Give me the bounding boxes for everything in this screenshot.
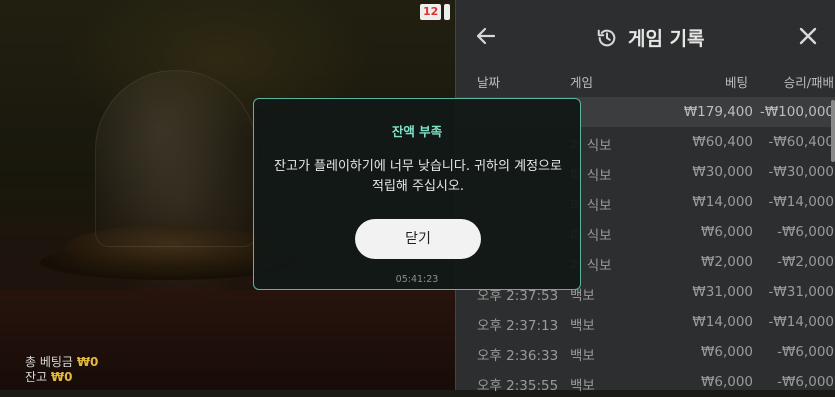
row-bet: ₩31,000: [692, 284, 753, 300]
round-badge: 12: [420, 4, 442, 20]
row-bet: ₩14,000: [692, 194, 753, 210]
row-result: -₩6,000: [777, 224, 834, 240]
balance-line: 잔고 ₩0: [25, 370, 98, 385]
history-scrollbar[interactable]: [831, 100, 835, 162]
history-row[interactable]: 오후 2:35:55 백보 ₩6,000 -₩6,000: [456, 367, 835, 397]
row-date: 오후 2:37:13: [477, 318, 559, 334]
row-result: -₩100,000: [759, 104, 834, 120]
dialog-timestamp: 05:41:23: [395, 274, 439, 285]
row-game: 백보: [570, 348, 595, 364]
row-bet: ₩14,000: [692, 314, 753, 330]
balance-value: ₩0: [50, 370, 73, 384]
row-bet: ₩30,000: [692, 164, 753, 180]
row-bet: ₩179,400: [683, 104, 753, 120]
close-dialog-button[interactable]: 닫기: [355, 219, 481, 259]
bet-balance-info: 총 베팅금 ₩0 잔고 ₩0: [25, 355, 98, 385]
round-badge: [444, 4, 451, 20]
round-results: 12: [420, 4, 451, 20]
balance-label: 잔고: [25, 370, 48, 384]
total-bet-value: ₩0: [76, 355, 99, 369]
column-header-game: 게임: [570, 75, 594, 90]
close-icon[interactable]: [796, 24, 820, 48]
row-bet: ₩2,000: [701, 254, 753, 270]
back-arrow-icon[interactable]: [474, 24, 498, 48]
row-result: -₩2,000: [777, 254, 834, 270]
row-date: 오후 2:35:55: [477, 378, 559, 394]
history-column-headers: 날짜 게임 베팅 승리/패배: [456, 72, 835, 92]
history-row[interactable]: 오후 2:37:13 백보 ₩14,000 -₩14,000: [456, 307, 835, 337]
row-result: -₩30,000: [768, 164, 834, 180]
history-icon: [596, 27, 618, 49]
row-result: -₩14,000: [768, 314, 834, 330]
panel-header: 게임 기록: [456, 0, 835, 75]
panel-title-group: 게임 기록: [596, 24, 705, 51]
row-bet: ₩6,000: [701, 344, 753, 360]
row-result: -₩31,000: [768, 284, 834, 300]
row-result: -₩60,400: [768, 134, 834, 150]
row-result: -₩6,000: [777, 344, 834, 360]
row-date: 오후 2:36:33: [477, 348, 559, 364]
row-game: 백보: [570, 378, 595, 394]
panel-title: 게임 기록: [628, 28, 705, 50]
column-header-result: 승리/패배: [783, 75, 834, 90]
row-result: -₩14,000: [768, 194, 834, 210]
row-bet: ₩6,000: [701, 374, 753, 390]
total-bet-line: 총 베팅금 ₩0: [25, 355, 98, 370]
row-bet: ₩6,000: [701, 224, 753, 240]
row-result: -₩6,000: [777, 374, 834, 390]
column-header-date: 날짜: [477, 75, 501, 90]
dialog-title: 잔액 부족: [391, 124, 443, 139]
dialog-message: 잔고가 플레이하기에 너무 낮습니다. 귀하의 계정으로 적립해 주십시오.: [274, 159, 562, 194]
row-bet: ₩60,400: [692, 134, 753, 150]
insufficient-balance-dialog: 잔액 부족 잔고가 플레이하기에 너무 낮습니다. 귀하의 계정으로 적립해 주…: [253, 98, 581, 290]
column-header-bet: 베팅: [724, 75, 748, 90]
row-game: 백보: [570, 318, 595, 334]
total-bet-label: 총 베팅금: [25, 355, 73, 369]
history-row[interactable]: 오후 2:36:33 백보 ₩6,000 -₩6,000: [456, 337, 835, 367]
